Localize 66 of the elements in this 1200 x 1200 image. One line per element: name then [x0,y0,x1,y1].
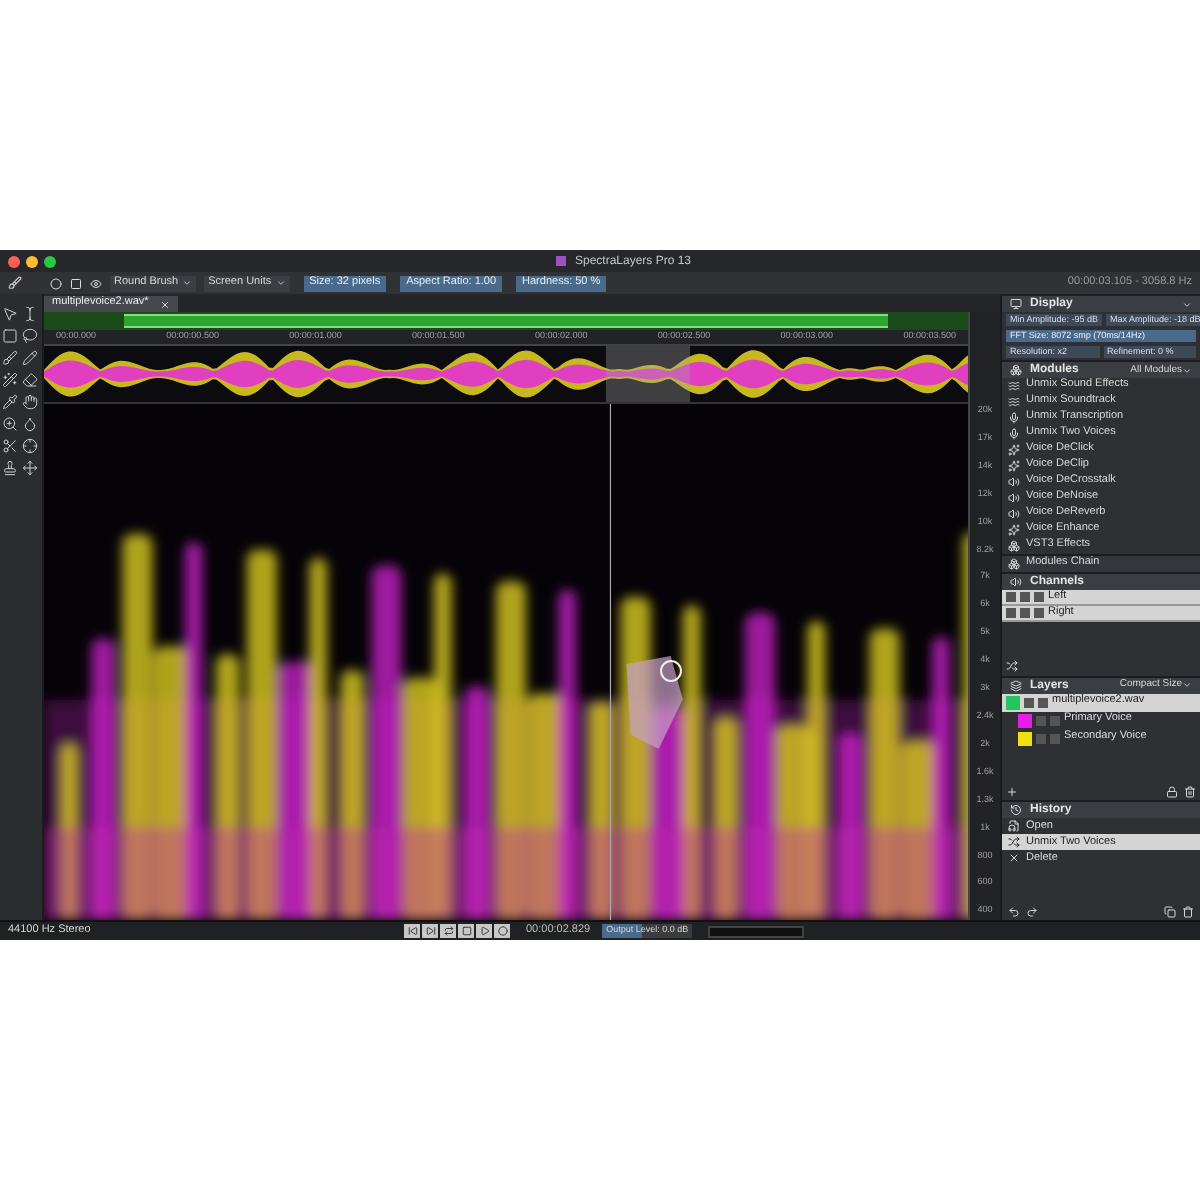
caret-icon [1182,680,1192,691]
overview-bar[interactable] [44,312,968,330]
text-cursor-icon[interactable] [22,306,38,322]
maximize-window-icon[interactable] [44,255,56,267]
undo-icon[interactable] [1008,905,1020,918]
lock-icon[interactable] [1166,785,1178,798]
eye-icon[interactable] [90,277,102,289]
stop-button[interactable] [458,924,474,938]
speaker-icon [1008,476,1020,488]
trash-icon[interactable] [1182,905,1194,918]
skip-back-button[interactable] [404,924,420,938]
wand-icon[interactable] [2,372,18,388]
play-button[interactable] [476,924,492,938]
pointer-icon[interactable] [2,306,18,322]
time-selection[interactable] [606,346,690,402]
add-icon[interactable] [1006,785,1018,798]
boxes-icon [1010,364,1022,376]
speaker-icon [1008,492,1020,504]
brush-icon[interactable] [8,276,22,290]
speaker-icon [1010,576,1022,588]
square-tip-icon[interactable] [70,277,82,289]
lasso-icon[interactable] [22,328,38,344]
layers-icon [1010,679,1022,692]
brush-cursor [660,660,682,682]
record-button[interactable] [494,924,510,938]
eraser-icon[interactable] [22,372,38,388]
caret-icon [1182,365,1192,375]
crosshair-icon[interactable] [22,438,38,454]
monitor-icon [1010,298,1022,310]
sparkles-icon [1008,524,1020,536]
waves-icon [1008,380,1020,392]
scissors-icon[interactable] [2,438,18,454]
shuffle-icon [1008,836,1020,849]
round-tip-icon[interactable] [50,277,62,289]
speaker-icon [1008,508,1020,520]
waves-icon [1008,396,1020,408]
zoom-icon[interactable] [2,416,18,432]
copy-icon[interactable] [1164,905,1176,918]
microphone-icon [1008,412,1020,424]
sparkles-icon [1008,444,1020,456]
loop-button[interactable] [440,924,456,938]
brush-icon[interactable] [2,350,18,366]
rectangle-icon[interactable] [2,328,18,344]
microphone-icon [1008,428,1020,440]
move-icon[interactable] [22,460,38,476]
stamp-icon[interactable] [2,460,18,476]
caret-icon [275,278,286,288]
boxes-icon [1008,558,1020,570]
minimize-window-icon[interactable] [26,255,38,267]
trash-icon[interactable] [1184,785,1196,798]
history-icon [1010,804,1022,817]
close-window-icon[interactable] [8,255,20,267]
collapse-icon[interactable] [1182,299,1192,309]
boxes-icon [1008,540,1020,552]
shuffle-icon[interactable] [1006,660,1018,673]
hand-icon[interactable] [22,394,38,410]
pipette-icon[interactable] [2,394,18,410]
redo-icon[interactable] [1026,905,1038,918]
file-icon [1008,820,1020,833]
app-logo-icon [556,256,567,266]
skip-forward-button[interactable] [422,924,438,938]
cross-icon [1008,852,1020,865]
sparkles-icon [1008,460,1020,472]
droplet-icon[interactable] [22,416,38,432]
caret-icon [182,278,193,288]
pencil-icon[interactable] [22,350,38,366]
